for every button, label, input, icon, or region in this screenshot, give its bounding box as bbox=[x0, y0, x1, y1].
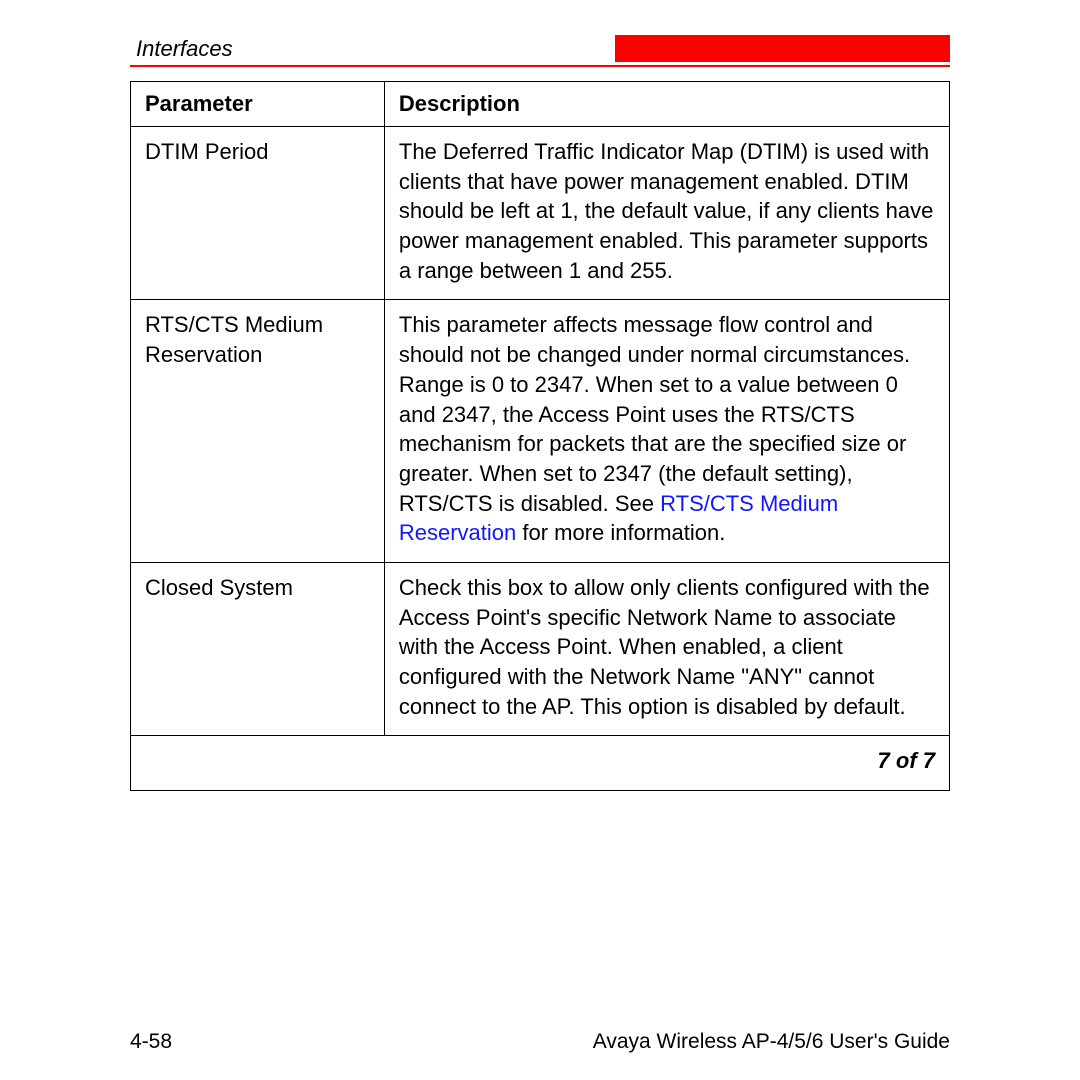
header-rule bbox=[130, 65, 950, 67]
parameter-table: Parameter Description DTIM Period The De… bbox=[130, 81, 950, 791]
cell-description: This parameter affects message flow cont… bbox=[384, 300, 949, 563]
desc-text-after: for more information. bbox=[516, 520, 725, 545]
table-row: Closed System Check this box to allow on… bbox=[131, 562, 950, 735]
cell-description: Check this box to allow only clients con… bbox=[384, 562, 949, 735]
table-row: DTIM Period The Deferred Traffic Indicat… bbox=[131, 127, 950, 300]
table-pager: 7 of 7 bbox=[131, 736, 950, 791]
table-pager-row: 7 of 7 bbox=[131, 736, 950, 791]
cell-description: The Deferred Traffic Indicator Map (DTIM… bbox=[384, 127, 949, 300]
table-header-row: Parameter Description bbox=[131, 82, 950, 127]
page-footer: 4-58 Avaya Wireless AP-4/5/6 User's Guid… bbox=[130, 1030, 950, 1054]
table-row: RTS/CTS Medium Reservation This paramete… bbox=[131, 300, 950, 563]
cell-parameter: Closed System bbox=[131, 562, 385, 735]
header-accent-bar bbox=[615, 35, 950, 62]
cell-parameter: DTIM Period bbox=[131, 127, 385, 300]
page-number: 4-58 bbox=[130, 1030, 172, 1054]
column-header-description: Description bbox=[384, 82, 949, 127]
desc-text-before: This parameter affects message flow cont… bbox=[399, 312, 910, 515]
cell-parameter: RTS/CTS Medium Reservation bbox=[131, 300, 385, 563]
document-title: Avaya Wireless AP-4/5/6 User's Guide bbox=[593, 1030, 950, 1054]
page-header: Interfaces bbox=[130, 35, 950, 65]
section-title: Interfaces bbox=[130, 36, 233, 62]
column-header-parameter: Parameter bbox=[131, 82, 385, 127]
